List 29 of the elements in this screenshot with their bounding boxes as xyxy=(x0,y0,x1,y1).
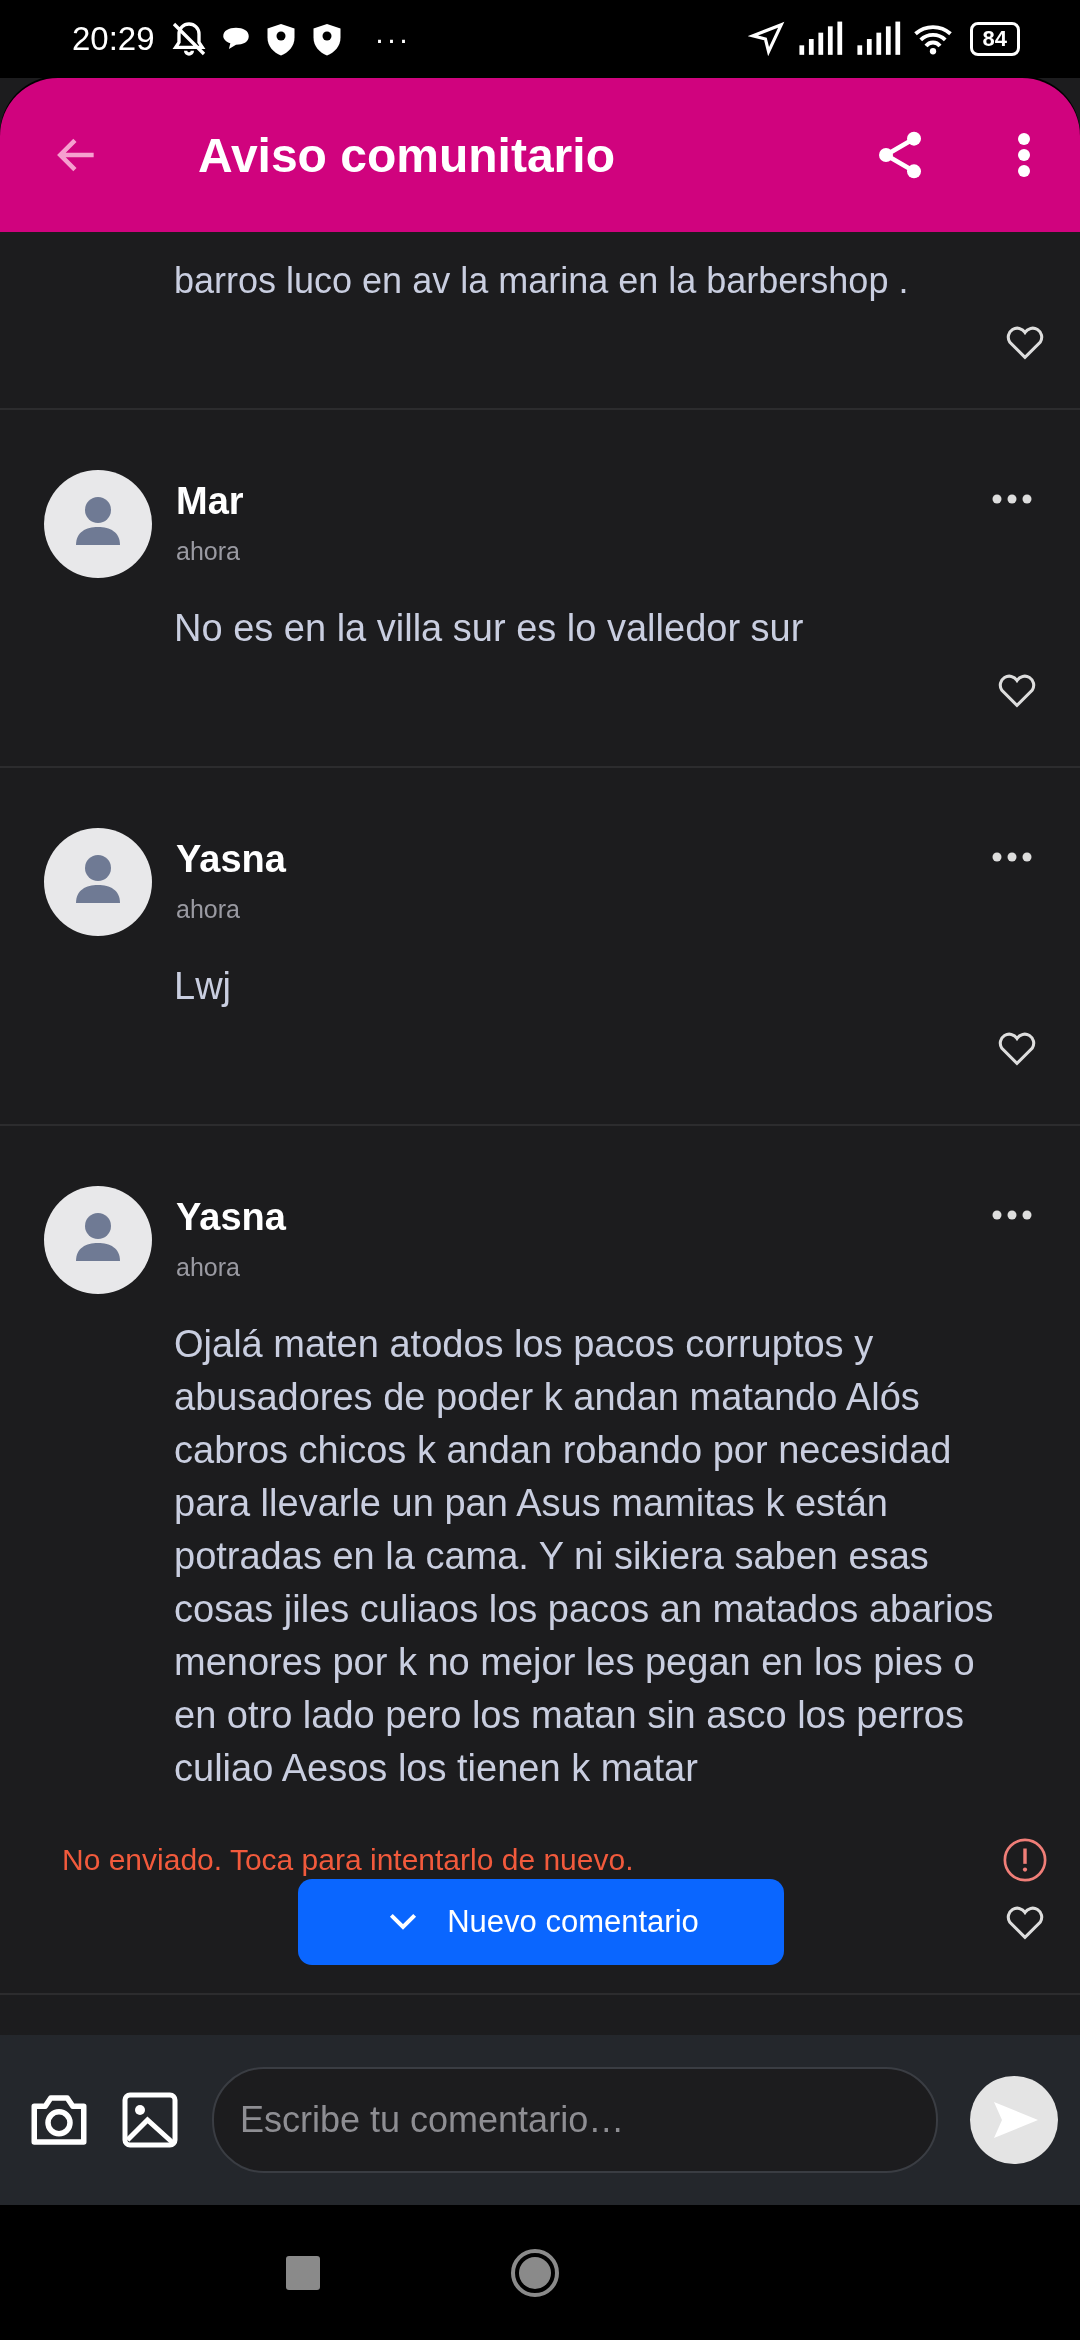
comment-text: barros luco en av la marina en la barbershop . xyxy=(174,259,910,303)
status-time: 20:29 xyxy=(72,20,155,58)
location-icon xyxy=(747,20,786,58)
send-button[interactable] xyxy=(970,2076,1058,2164)
avatar-icon xyxy=(44,470,152,578)
comment-text: Ojalá maten atodos los pacos corruptos y abusadores de poder k andan matando Alós cabros chicos k andan robando por necesidad para llevarle un pan Asus mamitas k están potradas en la cama. Y ni sikiera saben esas cosas jiles culiaos los pacos an matados abarios menores por k no mejor les pegan en los pies o en otro lado pero los matan sin asco los perros culiao Aesos los tienen k matar xyxy=(174,1322,995,1791)
image-icon[interactable] xyxy=(120,2090,180,2150)
error-message[interactable]: No enviado. Toca para intentarlo de nuevo. xyxy=(62,1843,634,1877)
author-name: Yasna xyxy=(176,838,287,881)
new-comment-button[interactable]: Nuevo comentario xyxy=(298,1879,784,1965)
comment-time: ahora xyxy=(176,537,241,566)
author-name: Mar xyxy=(176,480,245,523)
home-icon[interactable] xyxy=(510,2247,560,2298)
battery-indicator: 84 xyxy=(969,22,1020,56)
more-notifications: ··· xyxy=(374,22,411,56)
more-options-icon[interactable] xyxy=(992,494,1032,504)
alert-icon[interactable] xyxy=(1002,1837,1048,1883)
avatar-icon xyxy=(44,828,152,936)
comment-time: ahora xyxy=(176,895,241,924)
comment-time: ahora xyxy=(176,1253,241,1282)
screen-title: Aviso comunitario xyxy=(198,127,615,183)
avatar-icon xyxy=(44,1186,152,1294)
comment-text: Lwj xyxy=(174,964,233,1009)
more-options-icon[interactable] xyxy=(992,852,1032,862)
comment-field[interactable]: Escribe tu comentario… xyxy=(212,2067,938,2173)
author-name: Yasna xyxy=(176,1196,287,1239)
recents-icon[interactable] xyxy=(286,2255,320,2290)
comment-text: No es en la villa sur es lo valledor sur xyxy=(174,606,805,651)
more-options-icon[interactable] xyxy=(992,1210,1032,1220)
